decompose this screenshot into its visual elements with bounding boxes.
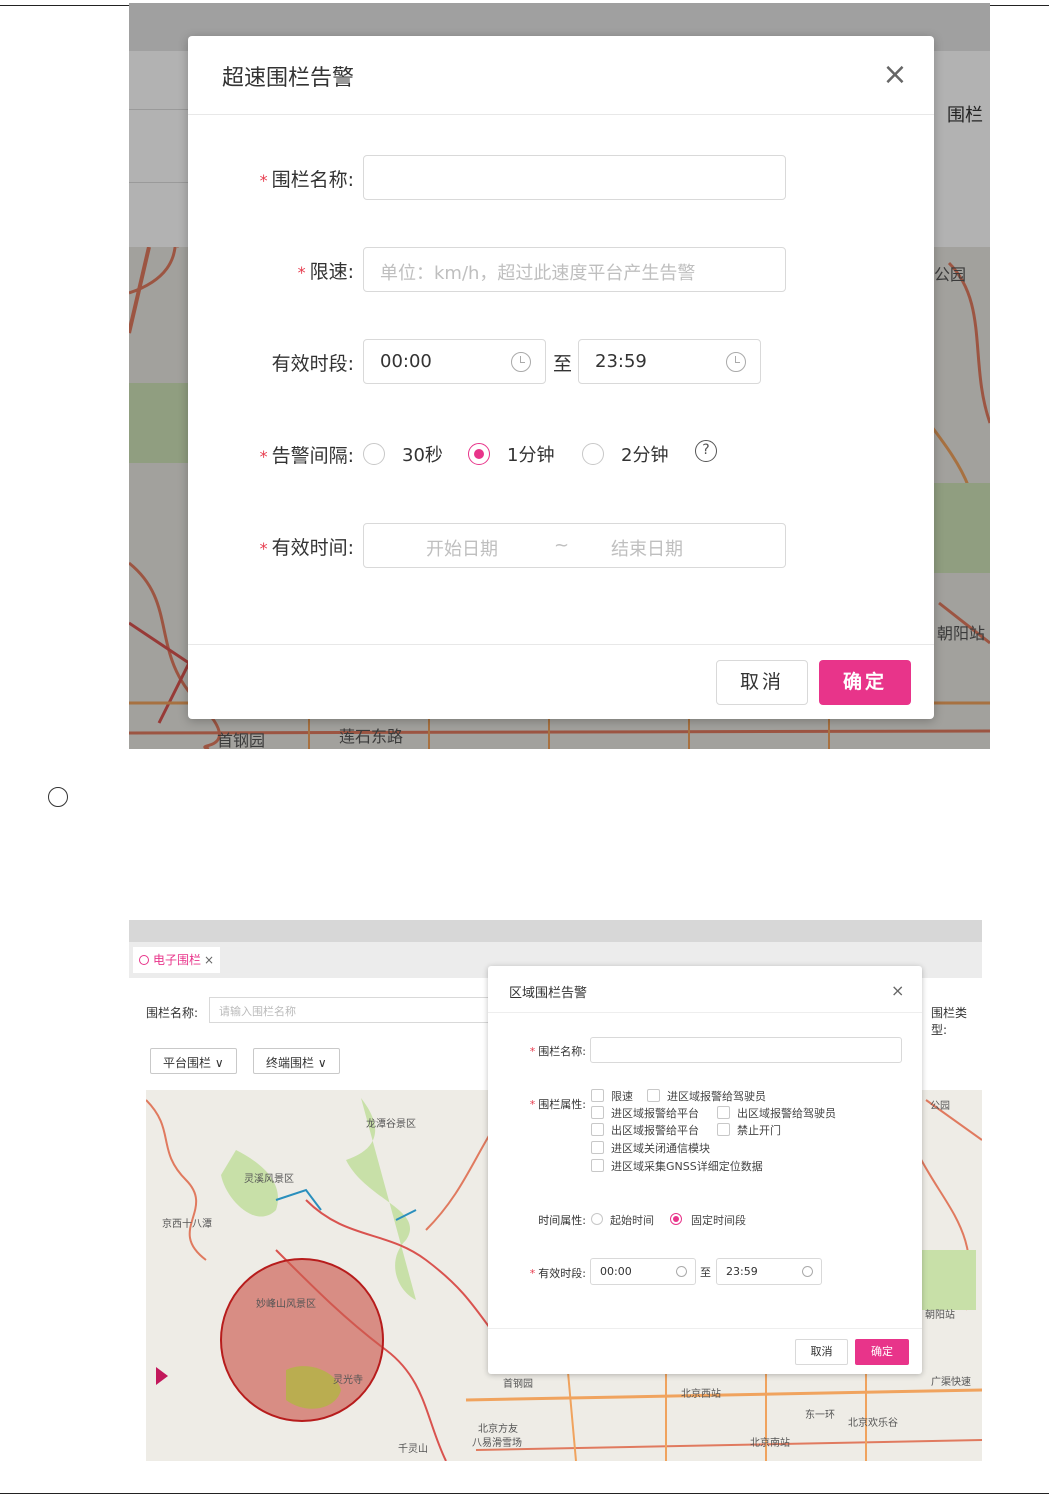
- fence-name-input[interactable]: [363, 155, 786, 200]
- dialog-title: 区域围栏告警: [509, 986, 588, 1001]
- map-label: 灵光寺: [333, 1375, 363, 1386]
- speed-fence-dialog: 超速围栏告警 × * 围栏名称: * 限速: 单位：km/h，超过此速度平台产生告警…: [188, 36, 934, 719]
- document-page: 围栏 公园 朝阳站 首钢园 莲石东路 超速围栏告警 × * 围栏名称: * 限速: …: [0, 0, 1049, 1497]
- start-date: 开始日期: [426, 539, 498, 560]
- start-time-picker[interactable]: 00:00: [363, 339, 546, 384]
- list-bullet: [48, 787, 68, 807]
- map-label: 妙峰山风景区: [256, 1299, 316, 1310]
- radio-30s[interactable]: [363, 443, 385, 465]
- map-label: 东一环: [805, 1410, 835, 1421]
- end-date: 结束日期: [611, 539, 683, 560]
- app-header: [129, 920, 982, 942]
- map-label: 朝阳站: [925, 1310, 955, 1321]
- map-label: 灵溪风景区: [244, 1174, 294, 1185]
- valid-time-label: * 有效时间:: [259, 537, 354, 559]
- map-label: 首钢园: [503, 1379, 533, 1390]
- valid-period-row: 有效时段: 00:00 至 23:59: [188, 339, 934, 385]
- radio-label: 1分钟: [507, 445, 555, 466]
- close-icon[interactable]: ×: [204, 953, 214, 967]
- range-sep: ~: [554, 535, 570, 556]
- radio-label: 起始时间: [610, 1214, 654, 1227]
- attr-checkbox[interactable]: 禁止开门: [717, 1122, 781, 1138]
- fence-name-input[interactable]: [590, 1037, 902, 1063]
- divider: [188, 114, 934, 115]
- help-icon[interactable]: ?: [695, 440, 717, 462]
- filter-label: 围栏名称:: [146, 1006, 199, 1020]
- speed-limit-label: * 限速:: [297, 261, 354, 283]
- map-label: 千灵山: [398, 1444, 428, 1455]
- map-label: 北京欢乐谷: [848, 1418, 898, 1429]
- attr-checkbox[interactable]: 限速: [591, 1088, 633, 1104]
- dialog-title: 超速围栏告警: [222, 66, 355, 91]
- clock-icon: [802, 1266, 813, 1277]
- radio-1min[interactable]: [468, 443, 490, 465]
- map-label: 北京西站: [681, 1389, 721, 1400]
- radio-fixed-period[interactable]: [670, 1213, 682, 1225]
- radio-label: 30秒: [402, 445, 443, 466]
- map-label: 龙潭谷景区: [366, 1119, 416, 1130]
- valid-period-label: * 有效时段:: [529, 1267, 586, 1280]
- fence-name-label: * 围栏名称:: [259, 169, 354, 191]
- radio-label: 2分钟: [621, 445, 669, 466]
- divider: [488, 1012, 922, 1013]
- map-label: 广渠快速: [931, 1377, 971, 1388]
- speed-limit-input[interactable]: 单位：km/h，超过此速度平台产生告警: [363, 247, 786, 292]
- end-time-picker[interactable]: 23:59: [578, 339, 761, 384]
- divider: [188, 644, 934, 645]
- map-label: 八易滑雪场: [472, 1438, 522, 1449]
- attr-checkbox[interactable]: 进区域关闭通信模块: [591, 1140, 710, 1156]
- clock-icon: [511, 352, 531, 372]
- map-label: 京西十八潭: [162, 1219, 212, 1230]
- bottom-rule: [0, 1493, 1049, 1494]
- attr-checkbox[interactable]: 进区域采集GNSS详细定位数据: [591, 1158, 763, 1174]
- radio-label: 固定时间段: [691, 1214, 746, 1227]
- end-time-picker[interactable]: 23:59: [716, 1258, 822, 1285]
- platform-fence-dropdown[interactable]: 平台围栏 ∨: [150, 1048, 237, 1074]
- speed-limit-row: * 限速: 单位：km/h，超过此速度平台产生告警: [188, 247, 934, 293]
- attr-checkbox[interactable]: 出区域报警给平台: [591, 1122, 699, 1138]
- area-fence-dialog: 区域围栏告警 × * 围栏名称: * 围栏属性: 限速 进区域报警给驾驶员 进区域报…: [488, 966, 922, 1374]
- confirm-button[interactable]: 确定: [819, 660, 911, 705]
- refresh-icon: [139, 955, 149, 965]
- fence-attr-label: * 围栏属性:: [529, 1098, 586, 1111]
- range-separator: 至: [553, 353, 573, 375]
- fence-name-label: * 围栏名称:: [529, 1045, 586, 1058]
- radio-2min[interactable]: [582, 443, 604, 465]
- map-label: 北京南站: [750, 1438, 790, 1449]
- clock-icon: [676, 1266, 687, 1277]
- clock-icon: [726, 352, 746, 372]
- date-range-picker[interactable]: 开始日期 ~ 结束日期: [363, 523, 786, 568]
- cancel-button[interactable]: 取消: [795, 1339, 848, 1365]
- radio-start-time[interactable]: [591, 1213, 603, 1225]
- fence-name-search[interactable]: 请输入围栏名称: [209, 997, 499, 1023]
- confirm-button[interactable]: 确定: [855, 1339, 909, 1365]
- alarm-interval-label: * 告警间隔:: [259, 445, 354, 467]
- fence-type-label: 围栏类型:: [931, 1006, 968, 1037]
- valid-period-label: 有效时段:: [271, 353, 354, 375]
- valid-time-row: * 有效时间: 开始日期 ~ 结束日期: [188, 523, 934, 569]
- play-icon[interactable]: [156, 1367, 168, 1385]
- map-label: 北京方友: [478, 1424, 518, 1435]
- attr-checkbox[interactable]: 进区域报警给平台: [591, 1105, 699, 1121]
- alarm-interval-row: * 告警间隔: 30秒 1分钟 2分钟 ?: [188, 431, 934, 477]
- time-attr-label: 时间属性:: [538, 1214, 586, 1227]
- range-separator: 至: [700, 1266, 711, 1279]
- map-label: 公园: [930, 1101, 950, 1112]
- attr-checkbox[interactable]: 进区域报警给驾驶员: [647, 1088, 766, 1104]
- cancel-button[interactable]: 取消: [716, 660, 808, 705]
- fence-name-row: * 围栏名称:: [188, 155, 934, 201]
- close-icon[interactable]: ×: [891, 981, 904, 1000]
- tab-electronic-fence[interactable]: 电子围栏 ×: [133, 947, 221, 973]
- divider: [488, 1328, 922, 1329]
- terminal-fence-dropdown[interactable]: 终端围栏 ∨: [253, 1048, 340, 1074]
- attr-checkbox[interactable]: 出区域报警给驾驶员: [717, 1105, 836, 1121]
- start-time-picker[interactable]: 00:00: [590, 1258, 696, 1285]
- close-icon[interactable]: ×: [882, 60, 908, 90]
